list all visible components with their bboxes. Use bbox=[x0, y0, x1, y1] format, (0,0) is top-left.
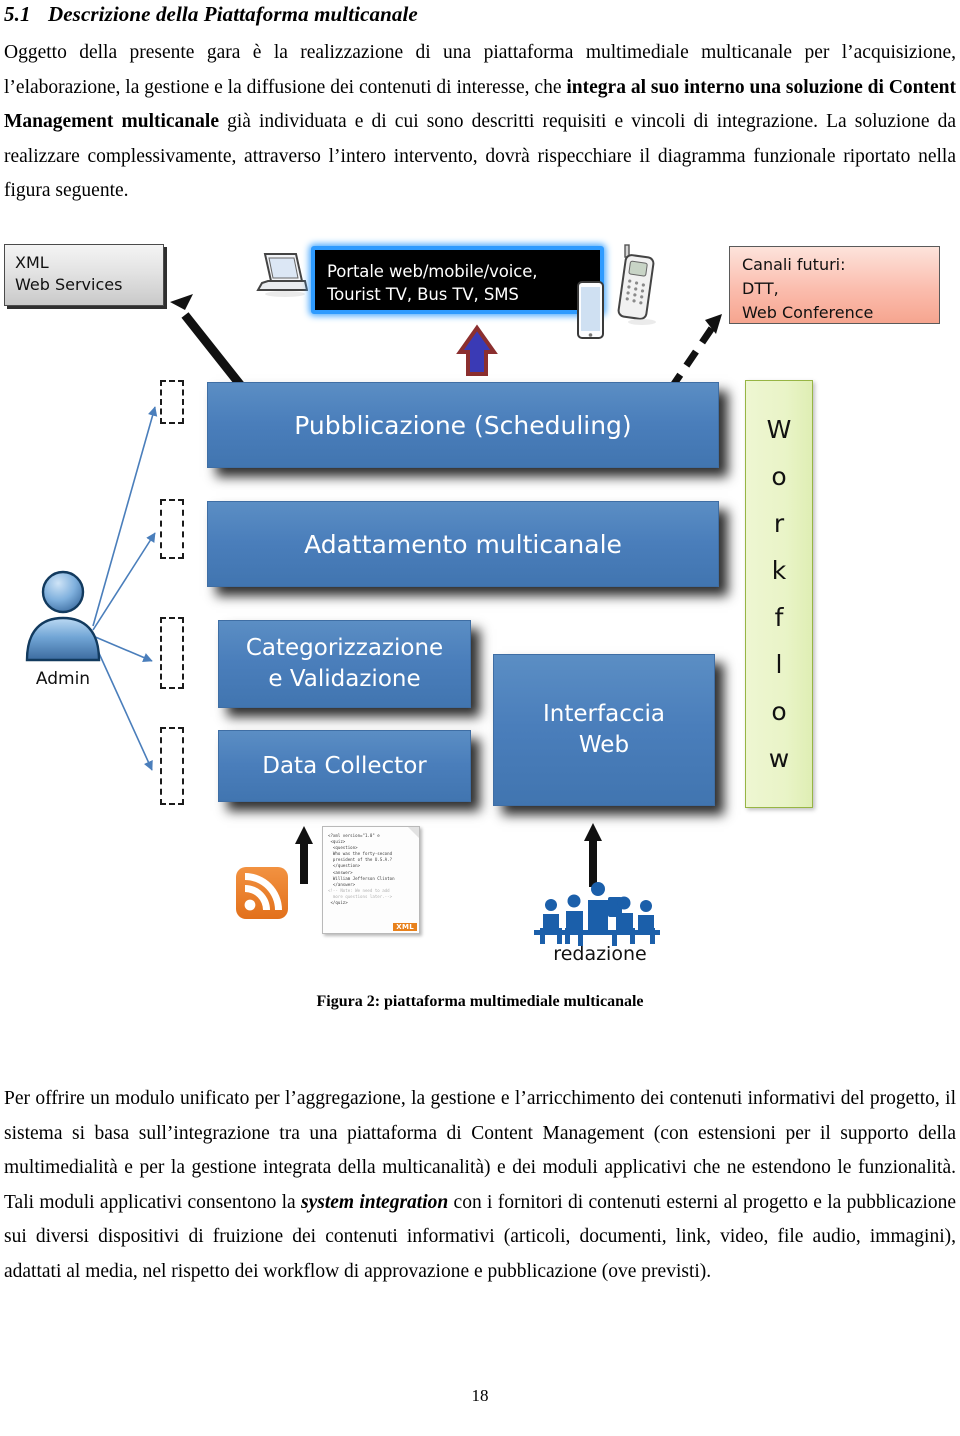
section-heading: 5.1 Descrizione della Piattaforma multica… bbox=[4, 0, 954, 28]
figure-diagram: XML Web Services Portale web/mobile/voic… bbox=[0, 236, 960, 981]
xml-web-services-box: XML Web Services bbox=[4, 244, 164, 306]
xml-web-services-line2: Web Services bbox=[15, 275, 123, 294]
page-number: 18 bbox=[471, 1386, 489, 1405]
laptop-icon bbox=[252, 250, 309, 298]
arrow-up-to-interfaccia-web bbox=[584, 823, 602, 887]
arrow-up-to-portale bbox=[456, 324, 498, 376]
body-text-bold-italic: system integration bbox=[301, 1191, 449, 1213]
xmldoc-line10: <!-- Note: We need to add bbox=[328, 887, 390, 893]
xmldoc-line8: William Jefferson Clinton bbox=[328, 875, 395, 881]
xmldoc-line9: </answer> bbox=[328, 881, 356, 887]
body-paragraph: Per offrire un modulo unificato per l’ag… bbox=[4, 1082, 956, 1289]
xmldoc-line1: <?xml version="1.0" e bbox=[328, 833, 380, 838]
box-data-collector-label: Data Collector bbox=[262, 752, 427, 779]
xmldoc-line6: </question> bbox=[328, 863, 361, 869]
box-pubblicazione-label: Pubblicazione (Scheduling) bbox=[294, 410, 632, 440]
redazione-label: redazione bbox=[553, 943, 647, 965]
xmldoc-line2: <quiz> bbox=[328, 839, 346, 845]
xml-badge: XML bbox=[393, 922, 417, 931]
workflow-box: W o r k f l o w bbox=[745, 380, 813, 808]
canali-line3: Web Conference bbox=[742, 303, 874, 322]
box-adattamento-label: Adattamento multicanale bbox=[304, 529, 622, 559]
box-categorizzazione: Categorizzazione e Validazione bbox=[218, 620, 471, 708]
box-data-collector: Data Collector bbox=[218, 730, 471, 802]
team-meeting-icon bbox=[532, 881, 662, 947]
section-title: Descrizione della Piattaforma multicanal… bbox=[48, 2, 418, 26]
workflow-letter: k bbox=[771, 556, 787, 585]
page-fold-corner bbox=[407, 827, 419, 839]
xmldoc-line12: </quiz> bbox=[328, 900, 348, 906]
xmldoc-line7: <answer> bbox=[328, 869, 353, 875]
arrow-up-to-data-collector bbox=[295, 826, 313, 884]
diagram-connectors bbox=[92, 294, 722, 887]
canali-line2: DTT, bbox=[742, 279, 779, 298]
box-interfaccia-web-label: Interfaccia Web bbox=[543, 701, 665, 758]
portale-line1: Portale web/mobile/voice, bbox=[327, 262, 538, 281]
canali-futuri-box: Canali futuri: DTT, Web Conference bbox=[729, 246, 940, 324]
section-number: 5.1 bbox=[4, 2, 31, 26]
box-pubblicazione: Pubblicazione (Scheduling) bbox=[207, 382, 719, 468]
admin-actor: Admin bbox=[8, 568, 118, 689]
workflow-letter: w bbox=[768, 744, 790, 773]
xmldoc-line11: more questions later.--> bbox=[328, 893, 393, 899]
box-categorizzazione-label: Categorizzazione e Validazione bbox=[245, 635, 444, 692]
mobile-phone-icon bbox=[616, 244, 666, 326]
workflow-letter: W bbox=[766, 415, 792, 444]
user-avatar-icon bbox=[25, 570, 101, 662]
dashed-connector-2 bbox=[160, 499, 184, 559]
intro-paragraph: Oggetto della presente gara è la realizz… bbox=[4, 36, 956, 209]
box-interfaccia-web: Interfaccia Web bbox=[493, 654, 715, 806]
tablet-icon bbox=[572, 280, 606, 342]
workflow-letter: o bbox=[771, 697, 787, 726]
xml-document-icon: <?xml version="1.0" e <quiz> <question> … bbox=[322, 826, 420, 934]
box-adattamento: Adattamento multicanale bbox=[207, 501, 719, 587]
workflow-letter: f bbox=[774, 603, 784, 632]
workflow-letter: r bbox=[773, 509, 785, 538]
workflow-letter: l bbox=[775, 650, 783, 679]
portale-line2: Tourist TV, Bus TV, SMS bbox=[327, 285, 519, 304]
admin-label: Admin bbox=[35, 669, 91, 689]
xmldoc-line5: president of the U.S.A.? bbox=[328, 857, 393, 863]
dashed-connector-1 bbox=[160, 380, 184, 424]
portale-box: Portale web/mobile/voice, Tourist TV, Bu… bbox=[311, 246, 604, 314]
canali-line1: Canali futuri: bbox=[742, 255, 846, 274]
xmldoc-line4: Who was the forty-second bbox=[328, 851, 393, 857]
rss-icon bbox=[236, 867, 288, 919]
figure-caption: Figura 2: piattaforma multimediale multi… bbox=[316, 993, 644, 1010]
xml-web-services-line1: XML bbox=[15, 253, 49, 272]
document-page: 5.1 Descrizione della Piattaforma multica… bbox=[0, 0, 960, 1436]
xmldoc-line3: <question> bbox=[328, 845, 358, 851]
dashed-connector-4 bbox=[160, 727, 184, 805]
workflow-letter: o bbox=[771, 462, 787, 491]
dashed-connector-3 bbox=[160, 617, 184, 689]
